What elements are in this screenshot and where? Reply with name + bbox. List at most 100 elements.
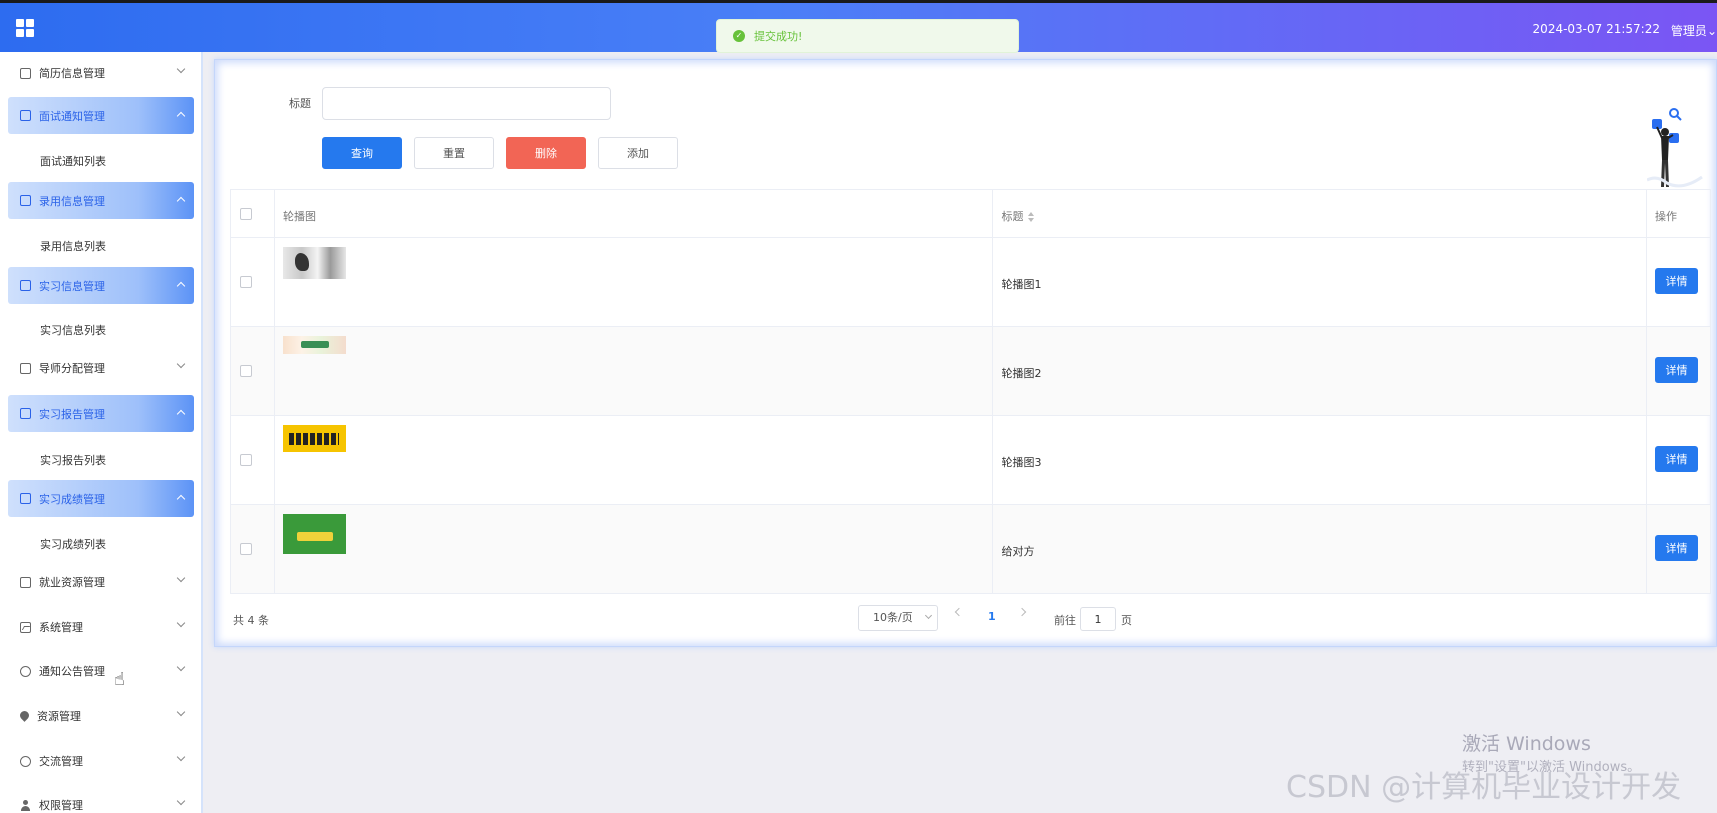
pagination-total: 共 4 条 [233, 614, 269, 627]
goto-page-input[interactable] [1080, 607, 1116, 631]
submenu-hiring-list[interactable]: 录用信息列表 [40, 238, 106, 254]
sort-icon[interactable] [1028, 212, 1035, 222]
submenu-grade-list[interactable]: 实习成绩列表 [40, 536, 106, 552]
row-title: 轮播图2 [1001, 367, 1042, 380]
query-button[interactable]: 查询 [322, 137, 402, 169]
add-button[interactable]: 添加 [598, 137, 678, 169]
sidebar-item-permission[interactable]: 权限管理 [8, 786, 194, 813]
chevron-down-icon [176, 796, 186, 806]
chevron-down-icon [176, 359, 186, 369]
sidebar-item-label: 交流管理 [39, 755, 83, 768]
toast-message: 提交成功! [754, 30, 803, 43]
chevron-up-icon [176, 111, 186, 121]
user-menu[interactable]: 管理员⌄ [1671, 22, 1717, 39]
hand-cursor-icon: ☝ [114, 669, 125, 690]
reset-button[interactable]: 重置 [414, 137, 494, 169]
sidebar-item-label: 面试通知管理 [39, 109, 105, 123]
sidebar-item-label: 实习报告管理 [39, 407, 105, 421]
sidebar-item-mentor[interactable]: 导师分配管理 [8, 349, 194, 387]
select-all-checkbox[interactable] [240, 208, 252, 220]
row-checkbox[interactable] [240, 454, 252, 466]
carousel-thumbnail [282, 425, 346, 452]
success-check-icon: ✓ [733, 30, 745, 42]
sidebar-item-report[interactable]: 实习报告管理 [8, 395, 194, 432]
chevron-up-icon [176, 494, 186, 504]
person-illustration-icon [1647, 108, 1703, 188]
submenu-interview-list[interactable]: 面试通知列表 [40, 153, 106, 169]
sidebar-item-interview[interactable]: 面试通知管理 [8, 97, 194, 134]
info-icon [20, 665, 31, 677]
detail-button[interactable]: 详情 [1655, 357, 1699, 383]
sidebar-item-employment[interactable]: 就业资源管理 [8, 563, 194, 601]
table-header-row: 轮播图 标题 操作 [231, 190, 1711, 238]
chevron-down-icon [176, 64, 186, 74]
carousel-thumbnail [282, 514, 346, 554]
detail-button[interactable]: 详情 [1655, 535, 1699, 561]
sidebar-item-internship[interactable]: 实习信息管理 [8, 267, 194, 304]
success-toast: ✓ 提交成功! [716, 19, 1019, 53]
sidebar-item-label: 就业资源管理 [39, 576, 105, 589]
apps-grid-icon[interactable] [16, 19, 34, 37]
submenu-internship-list[interactable]: 实习信息列表 [40, 322, 106, 338]
header-datetime: 2024-03-07 21:57:22 [1532, 22, 1660, 36]
detail-button[interactable]: 详情 [1655, 268, 1699, 294]
delete-button[interactable]: 删除 [506, 137, 586, 169]
chevron-up-icon [176, 409, 186, 419]
sidebar-item-label: 通知公告管理 [39, 665, 105, 678]
sidebar-item-system[interactable]: 系统管理 [8, 608, 194, 646]
row-checkbox[interactable] [240, 276, 252, 288]
user-name: 管理员 [1670, 24, 1707, 38]
sidebar-item-resources[interactable]: 资源管理 [8, 697, 194, 735]
sidebar-item-hiring[interactable]: 录用信息管理 [8, 182, 194, 219]
chevron-up-icon [176, 281, 186, 291]
chevron-down-icon [176, 752, 186, 762]
sidebar: 简历信息管理 面试通知管理 面试通知列表 录用信息管理 录用信息列表 实习信息管… [0, 52, 203, 813]
sidebar-item-notice[interactable]: 通知公告管理 [8, 652, 194, 690]
sidebar-item-label: 系统管理 [39, 621, 83, 634]
windows-activation-title: 激活 Windows [1462, 733, 1591, 755]
sidebar-item-label: 简历信息管理 [39, 67, 105, 80]
column-header-title[interactable]: 标题 [1001, 208, 1035, 224]
sidebar-item-exchange[interactable]: 交流管理 [8, 742, 194, 780]
column-header-image: 轮播图 [282, 210, 316, 223]
table-row: 轮播图2 详情 [231, 327, 1711, 416]
doc-icon [20, 408, 31, 419]
image-icon [20, 621, 31, 633]
column-header-action: 操作 [1655, 210, 1678, 223]
doc-icon [20, 362, 31, 374]
carousel-thumbnail [282, 336, 346, 354]
doc-icon [20, 67, 31, 79]
goto-suffix: 页 [1121, 614, 1132, 627]
chevron-up-icon [176, 196, 186, 206]
carousel-thumbnail [282, 247, 346, 279]
doc-icon [20, 493, 31, 504]
csdn-watermark: CSDN @计算机毕业设计开发 [1286, 770, 1682, 805]
doc-icon [20, 195, 31, 206]
row-checkbox[interactable] [240, 543, 252, 555]
chevron-down-icon [176, 618, 186, 628]
detail-button[interactable]: 详情 [1655, 446, 1699, 472]
chat-icon [20, 755, 31, 767]
page-size-select[interactable]: 10条/页 [858, 605, 938, 631]
sidebar-item-label: 实习成绩管理 [39, 492, 105, 506]
sidebar-item-label: 权限管理 [39, 799, 83, 812]
sidebar-item-grade[interactable]: 实习成绩管理 [8, 480, 194, 517]
sidebar-item-label: 录用信息管理 [39, 194, 105, 208]
sidebar-item-label: 实习信息管理 [39, 279, 105, 293]
doc-icon [20, 280, 31, 291]
doc-icon [20, 110, 31, 121]
submenu-report-list[interactable]: 实习报告列表 [40, 452, 106, 468]
table-row: 轮播图1 详情 [231, 238, 1711, 327]
pin-icon [20, 711, 29, 722]
data-table: 轮播图 标题 操作 轮播图1 详情 轮播图2 详情 轮播图3 详情 给对方 详情 [230, 189, 1711, 594]
sidebar-item-label: 导师分配管理 [39, 362, 105, 375]
row-title: 轮播图3 [1001, 456, 1042, 469]
chevron-down-icon: ⌄ [1706, 24, 1717, 38]
user-icon [20, 799, 31, 811]
title-input[interactable] [322, 87, 611, 120]
chevron-down-icon [924, 611, 933, 620]
row-checkbox[interactable] [240, 365, 252, 377]
title-label: 标题 [289, 97, 311, 110]
page-number-current[interactable]: 1 [988, 610, 996, 623]
sidebar-item-resume[interactable]: 简历信息管理 [8, 54, 194, 92]
